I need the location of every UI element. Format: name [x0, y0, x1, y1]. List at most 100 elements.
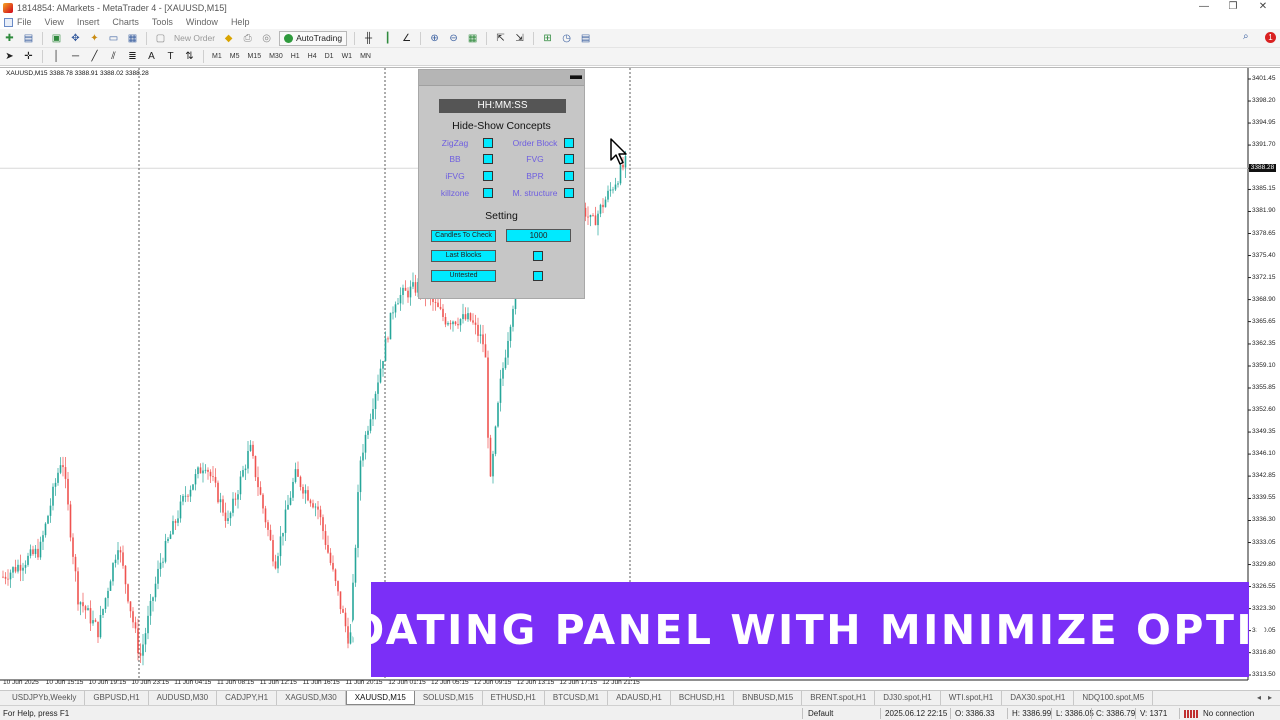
chart-tab[interactable]: USDJPYb,Weekly — [4, 691, 86, 705]
panel-drag-handle[interactable]: ▬ — [419, 69, 584, 86]
chart-tab[interactable]: BTCUSD,M1 — [545, 691, 609, 705]
chart-tab[interactable]: DJ30.spot,H1 — [875, 691, 941, 705]
timeframe-w1[interactable]: W1 — [342, 53, 353, 60]
market-watch-icon[interactable]: ▣ — [49, 32, 64, 45]
candle-body — [297, 469, 299, 477]
candles-to-check-input[interactable]: 1000 — [506, 229, 571, 242]
concept-toggle-order-block[interactable] — [564, 138, 574, 148]
document-icon[interactable] — [4, 17, 13, 27]
chart-tab[interactable]: BRENT.spot,H1 — [802, 691, 876, 705]
panel-minimize-button[interactable]: ▬ — [570, 69, 582, 81]
tabs-scroll-right-icon[interactable]: ▸ — [1268, 693, 1272, 702]
concept-toggle-ifvg[interactable] — [483, 171, 493, 181]
menu-insert[interactable]: Insert — [77, 17, 100, 27]
candle-body — [4, 576, 7, 579]
auto-scroll-icon[interactable]: ⇱ — [493, 32, 508, 45]
menu-help[interactable]: Help — [231, 17, 250, 27]
concept-toggle-market-structure[interactable] — [564, 188, 574, 198]
concept-toggle-killzone[interactable] — [483, 188, 493, 198]
menu-view[interactable]: View — [45, 17, 64, 27]
indicators-icon[interactable]: ⊞ — [540, 32, 555, 45]
timeframe-m30[interactable]: M30 — [269, 53, 283, 60]
menu-window[interactable]: Window — [186, 17, 218, 27]
close-window-button[interactable]: ✕ — [1248, 0, 1278, 14]
horizontal-line-icon[interactable]: ─ — [68, 50, 83, 63]
candles-to-check-button[interactable]: Candles To Check — [431, 230, 496, 242]
chart-tab[interactable]: ADAUSD,H1 — [608, 691, 671, 705]
vertical-line-icon[interactable]: │ — [49, 50, 64, 63]
candlestick-chart-icon[interactable]: ┃ — [380, 32, 395, 45]
chart-tab[interactable]: ETHUSD,H1 — [483, 691, 545, 705]
chart-tab[interactable]: SOLUSD,M15 — [415, 691, 483, 705]
minimize-window-button[interactable]: — — [1189, 0, 1219, 14]
chart-shift-icon[interactable]: ⇲ — [512, 32, 527, 45]
bar-chart-icon[interactable]: ╫ — [361, 32, 376, 45]
templates-icon[interactable]: ▤ — [578, 32, 593, 45]
terminal-icon[interactable]: ▭ — [106, 32, 121, 45]
navigator-icon[interactable]: ✦ — [87, 32, 102, 45]
fibonacci-icon[interactable]: ≣ — [125, 50, 140, 63]
profiles-icon[interactable]: ▤ — [21, 32, 36, 45]
candle-body — [202, 470, 204, 474]
chart-tab[interactable]: XAGUSD,M30 — [277, 691, 346, 705]
candle-body — [444, 316, 447, 325]
chart-tab[interactable]: GBPUSD,H1 — [85, 691, 149, 705]
tile-windows-icon[interactable]: ▦ — [465, 32, 480, 45]
periods-icon[interactable]: ◷ — [559, 32, 574, 45]
text-label-icon[interactable]: T — [163, 50, 178, 63]
menu-file[interactable]: File — [17, 17, 32, 27]
timeframe-m15[interactable]: M15 — [247, 53, 261, 60]
tabs-scroll-left-icon[interactable]: ◂ — [1257, 693, 1261, 702]
new-chart-icon[interactable]: ✚ — [2, 32, 17, 45]
timeframe-m5[interactable]: M5 — [230, 53, 240, 60]
data-window-icon[interactable]: ✥ — [68, 32, 83, 45]
strategy-tester-icon[interactable]: ▦ — [125, 32, 140, 45]
line-chart-icon[interactable]: ∠ — [399, 32, 414, 45]
chart-tab[interactable]: BNBUSD,M15 — [734, 691, 803, 705]
chart-tab[interactable]: CADJPY,H1 — [217, 691, 278, 705]
menu-tools[interactable]: Tools — [152, 17, 173, 27]
zoom-in-icon[interactable]: ⊕ — [427, 32, 442, 45]
autotrading-button[interactable]: AutoTrading — [279, 30, 348, 46]
signals-icon[interactable]: ◎ — [259, 32, 274, 45]
trendline-icon[interactable]: ╱ — [87, 50, 102, 63]
timeframe-mn[interactable]: MN — [360, 53, 371, 60]
time-label: 12 Jun 05:15 — [431, 679, 469, 686]
metaeditor-icon[interactable]: ◆ — [221, 32, 236, 45]
new-order-icon[interactable]: ▢ — [153, 32, 168, 45]
print-icon[interactable]: ⎙ — [240, 32, 255, 45]
concept-toggle-zigzag[interactable] — [483, 138, 493, 148]
text-icon[interactable]: A — [144, 50, 159, 63]
equidistant-channel-icon[interactable]: ⫽ — [106, 50, 121, 63]
menu-charts[interactable]: Charts — [112, 17, 139, 27]
restore-window-button[interactable]: ❐ — [1218, 0, 1248, 14]
concept-toggle-fvg[interactable] — [564, 154, 574, 164]
floating-panel[interactable]: ▬ HH:MM:SS Hide-Show Concepts ZigZag Ord… — [418, 69, 585, 299]
concept-toggle-bb[interactable] — [483, 154, 493, 164]
last-blocks-toggle[interactable] — [533, 251, 543, 261]
concept-toggle-bpr[interactable] — [564, 171, 574, 181]
candle-body — [512, 308, 514, 327]
arrows-icon[interactable]: ⇅ — [182, 50, 197, 63]
candle-body — [162, 561, 164, 563]
alert-icon[interactable]: 1 — [1265, 32, 1276, 43]
untested-button[interactable]: Untested — [431, 270, 496, 282]
zoom-out-icon[interactable]: ⊖ — [446, 32, 461, 45]
crosshair-icon[interactable]: ✛ — [21, 50, 36, 63]
pointer-icon[interactable]: ➤ — [2, 50, 17, 63]
chart-tab[interactable]: DAX30.spot,H1 — [1002, 691, 1075, 705]
chart-tab[interactable]: NDQ100.spot,M5 — [1074, 691, 1154, 705]
new-order-button[interactable]: New Order — [174, 33, 215, 43]
timeframe-h1[interactable]: H1 — [291, 53, 300, 60]
untested-toggle[interactable] — [533, 271, 543, 281]
last-blocks-button[interactable]: Last Blocks — [431, 250, 496, 262]
timeframe-m1[interactable]: M1 — [212, 53, 222, 60]
chart-tab[interactable]: AUDUSD,M30 — [149, 691, 218, 705]
chart-tab[interactable]: WTI.spot,H1 — [941, 691, 1003, 705]
timeframe-h4[interactable]: H4 — [308, 53, 317, 60]
chart-tab[interactable]: BCHUSD,H1 — [671, 691, 735, 705]
chart-tab[interactable]: XAUUSD,M15 — [345, 691, 415, 705]
search-icon[interactable]: ⌕ — [1243, 31, 1249, 42]
timeframe-d1[interactable]: D1 — [325, 53, 334, 60]
time-label: 11 Jun 20:15 — [345, 679, 383, 686]
